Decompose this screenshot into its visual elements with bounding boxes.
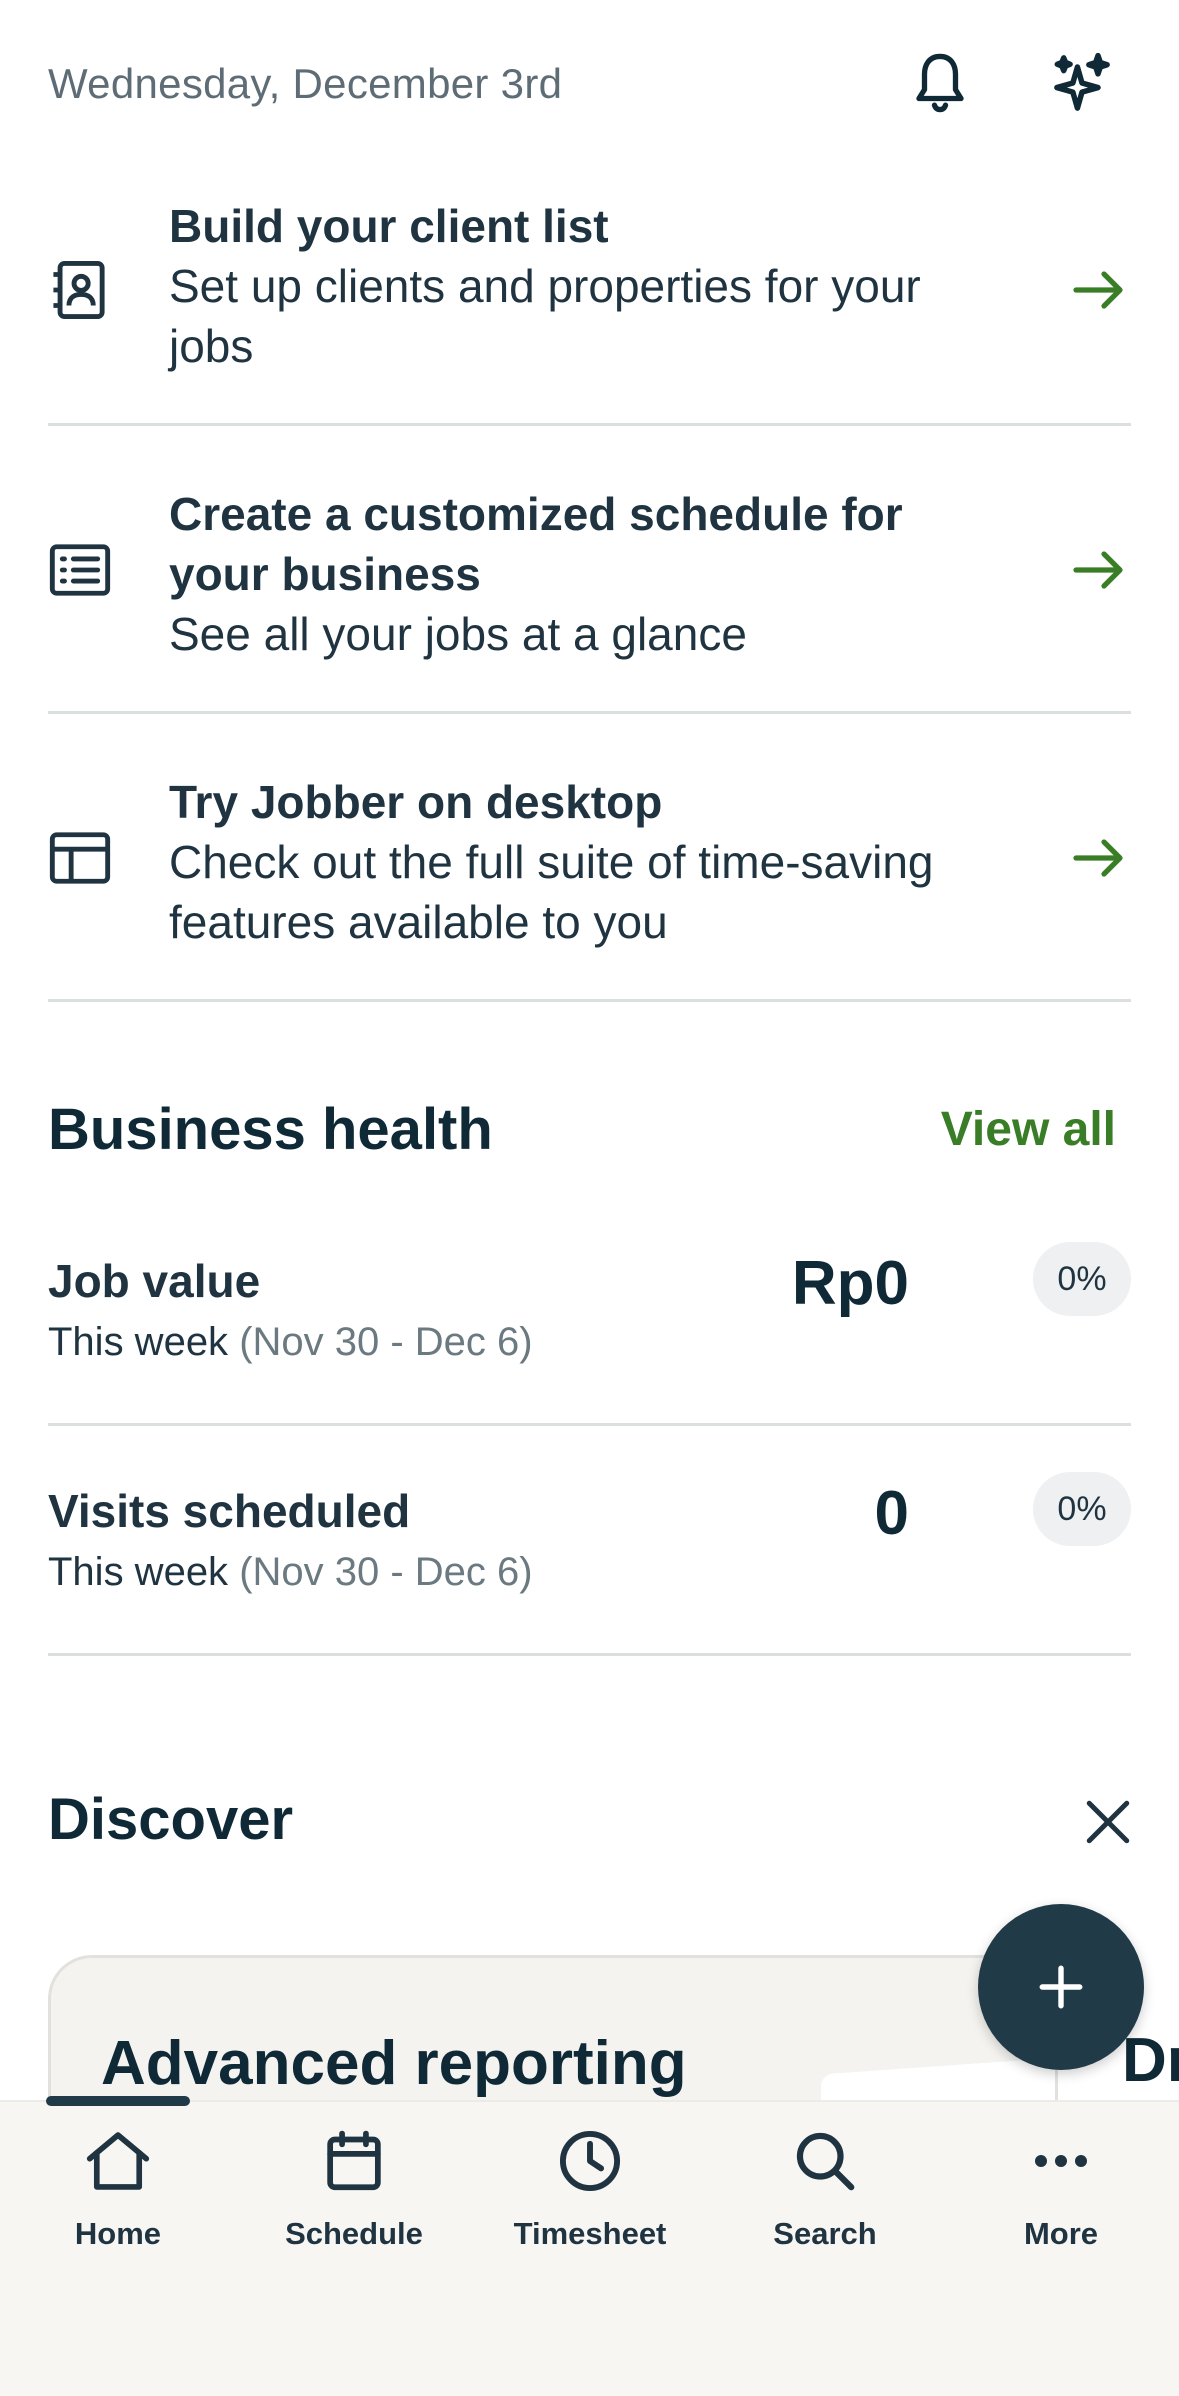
metric-period: This week (Nov 30 - Dec 6) <box>48 1550 533 1594</box>
nav-timesheet[interactable]: Timesheet <box>472 2126 708 2266</box>
metric-label: Visits scheduled <box>48 1485 411 1537</box>
metric-period: This week (Nov 30 - Dec 6) <box>48 1320 533 1364</box>
task-description: See all your jobs at a glance <box>169 608 747 660</box>
list-icon <box>48 538 112 602</box>
nav-more[interactable]: More <box>943 2126 1179 2266</box>
nav-home[interactable]: Home <box>0 2126 236 2266</box>
discover-title: Discover <box>48 1787 294 1852</box>
task-build-client-list[interactable]: Build your client list Set up clients an… <box>48 170 1131 426</box>
nav-label: Schedule <box>285 2216 423 2251</box>
nav-label: More <box>1023 2216 1099 2251</box>
contact-card-icon <box>48 258 112 322</box>
date-label: Wednesday, December 3rd <box>48 60 563 107</box>
sparkle-icon[interactable] <box>1050 48 1114 118</box>
change-badge: 0% <box>1033 1472 1131 1546</box>
metric-job-value[interactable]: Job value This week (Nov 30 - Dec 6) Rp0… <box>48 1196 1131 1426</box>
arrow-right-icon[interactable] <box>1067 258 1131 322</box>
task-description: Check out the full suite of time-saving … <box>169 836 934 948</box>
task-description: Set up clients and properties for your j… <box>169 260 921 372</box>
home-icon <box>83 2126 153 2196</box>
task-try-desktop[interactable]: Try Jobber on desktop Check out the full… <box>48 714 1131 1002</box>
task-create-schedule[interactable]: Create a customized schedule for your bu… <box>48 426 1131 714</box>
change-badge: 0% <box>1033 1242 1131 1316</box>
add-button[interactable] <box>978 1904 1144 2070</box>
bell-icon[interactable] <box>908 48 972 118</box>
search-icon <box>790 2126 860 2196</box>
task-title: Build your client list <box>169 200 609 252</box>
nav-search[interactable]: Search <box>707 2126 943 2266</box>
business-health-title: Business health <box>48 1097 493 1162</box>
more-icon <box>1026 2126 1096 2196</box>
nav-label: Home <box>74 2216 162 2251</box>
metric-value: Rp0 <box>791 1249 909 1318</box>
clock-icon <box>555 2126 625 2196</box>
arrow-right-icon[interactable] <box>1067 826 1131 890</box>
calendar-icon <box>319 2126 389 2196</box>
discover-card-next-title[interactable]: Dr <box>1122 2025 1179 2096</box>
nav-label: Timesheet <box>513 2216 667 2251</box>
task-title: Create a customized schedule for your bu… <box>169 488 903 600</box>
desktop-layout-icon <box>48 826 112 890</box>
metric-visits-scheduled[interactable]: Visits scheduled This week (Nov 30 - Dec… <box>48 1426 1131 1656</box>
card-title: Advanced reporting <box>101 2029 687 2098</box>
view-all-link[interactable]: View all <box>941 1102 1116 1157</box>
close-icon[interactable] <box>1076 1790 1140 1854</box>
task-title: Try Jobber on desktop <box>169 776 663 828</box>
metric-label: Job value <box>48 1255 261 1307</box>
arrow-right-icon[interactable] <box>1067 538 1131 602</box>
header: Wednesday, December 3rd <box>0 0 1179 170</box>
metric-value: 0 <box>874 1479 909 1548</box>
active-tab-indicator <box>46 2096 190 2106</box>
nav-schedule[interactable]: Schedule <box>236 2126 472 2266</box>
nav-label: Search <box>773 2216 877 2251</box>
